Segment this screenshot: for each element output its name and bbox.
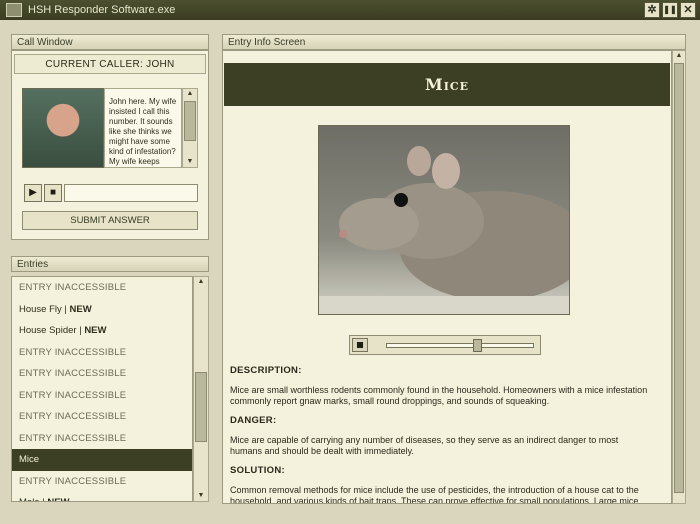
entry-list-item[interactable]: ENTRY INACCESSIBLE [12, 277, 192, 299]
solution-text: Common removal methods for mice include … [230, 485, 639, 504]
caller-photo [22, 88, 104, 168]
entry-list-item[interactable]: ENTRY INACCESSIBLE [12, 428, 192, 450]
mouse-icon [319, 146, 569, 314]
audio-seek-knob[interactable] [472, 339, 482, 352]
entry-label: ENTRY INACCESSIBLE [19, 432, 127, 444]
entry-label: Mice [19, 454, 40, 465]
entry-label: House Spider | [19, 325, 85, 336]
entry-list-item[interactable]: ENTRY INACCESSIBLE [12, 363, 192, 385]
play-button[interactable]: ▶ [24, 184, 42, 202]
close-button[interactable]: ✕ [680, 2, 696, 18]
new-badge: NEW [84, 325, 107, 336]
window-controls: ✲ ❚❚ ✕ [644, 2, 696, 18]
danger-text: Mice are capable of carrying any number … [230, 435, 619, 456]
entry-label: ENTRY INACCESSIBLE [19, 368, 127, 379]
entry-title: Mice [224, 63, 670, 106]
entries-header: Entries [11, 256, 209, 272]
new-badge: NEW [47, 497, 69, 501]
window-title: HSH Responder Software.exe [28, 4, 176, 16]
play-icon: ▶ [29, 187, 37, 198]
entry-info-scrollbar[interactable]: ▲ [672, 50, 686, 504]
new-badge: NEW [69, 303, 92, 315]
entry-audio-player [349, 335, 541, 355]
call-window-header: Call Window [11, 34, 209, 50]
entry-label: ENTRY INACCESSIBLE [19, 475, 127, 487]
entry-list-item[interactable]: House Spider | NEW [12, 320, 192, 342]
entries-list: ENTRY INACCESSIBLE House Fly | NEW House S… [11, 276, 193, 502]
entry-list-item[interactable]: Mole | NEW [12, 492, 192, 501]
entry-list-item[interactable]: ENTRY INACCESSIBLE [12, 471, 192, 493]
audio-stop-button[interactable] [352, 338, 368, 352]
entry-label: ENTRY INACCESSIBLE [19, 411, 127, 422]
entries-scroll-thumb[interactable] [195, 372, 207, 442]
entry-image [318, 125, 570, 315]
entry-label: ENTRY INACCESSIBLE [19, 346, 127, 358]
scroll-down-icon[interactable]: ▼ [183, 157, 197, 167]
transcript-scroll-thumb[interactable] [184, 101, 196, 141]
scroll-down-icon[interactable]: ▼ [194, 491, 208, 501]
description-heading: DESCRIPTION: [230, 365, 302, 376]
description-text: Mice are small worthless rodents commonl… [230, 385, 648, 406]
entry-list-item[interactable]: ENTRY INACCESSIBLE [12, 385, 192, 407]
solution-heading: SOLUTION: [230, 465, 285, 476]
entry-label: ENTRY INACCESSIBLE [19, 282, 127, 293]
stop-button[interactable]: ■ [44, 184, 62, 202]
transcript-scrollbar[interactable]: ▲ ▼ [182, 88, 198, 168]
app-icon [6, 3, 22, 17]
scroll-up-icon[interactable]: ▲ [194, 277, 208, 287]
title-bar: HSH Responder Software.exe ✲ ❚❚ ✕ [0, 0, 700, 20]
danger-heading: DANGER: [230, 415, 277, 426]
entry-info-panel: Mice DESCRIPTION: Mice are small worthle… [222, 50, 672, 504]
entry-list-item[interactable]: ENTRY INACCESSIBLE [12, 342, 192, 364]
answer-input[interactable] [64, 184, 198, 202]
settings-button[interactable]: ✲ [644, 2, 660, 18]
entry-list-item[interactable]: House Fly | NEW [12, 299, 192, 321]
entry-info-scroll-thumb[interactable] [674, 63, 684, 493]
submit-answer-button[interactable]: SUBMIT ANSWER [22, 211, 198, 230]
pause-button[interactable]: ❚❚ [662, 2, 678, 18]
entry-list-item[interactable]: Mice [12, 449, 192, 471]
scroll-up-icon[interactable]: ▲ [183, 89, 197, 99]
entries-scrollbar[interactable]: ▲ ▼ [193, 276, 209, 502]
entry-label: House Fly | [19, 303, 70, 315]
stop-icon: ■ [49, 187, 57, 198]
caller-transcript: John here. My wife insisted I call this … [104, 88, 182, 168]
entry-list-item[interactable]: ENTRY INACCESSIBLE [12, 406, 192, 428]
entry-label: ENTRY INACCESSIBLE [19, 389, 127, 401]
entry-label: Mole | [19, 497, 47, 501]
scroll-up-icon[interactable]: ▲ [673, 51, 685, 61]
audio-seek-track[interactable] [386, 343, 534, 348]
entry-info-header: Entry Info Screen [222, 34, 686, 50]
current-caller-label: CURRENT CALLER: JOHN [14, 54, 206, 74]
